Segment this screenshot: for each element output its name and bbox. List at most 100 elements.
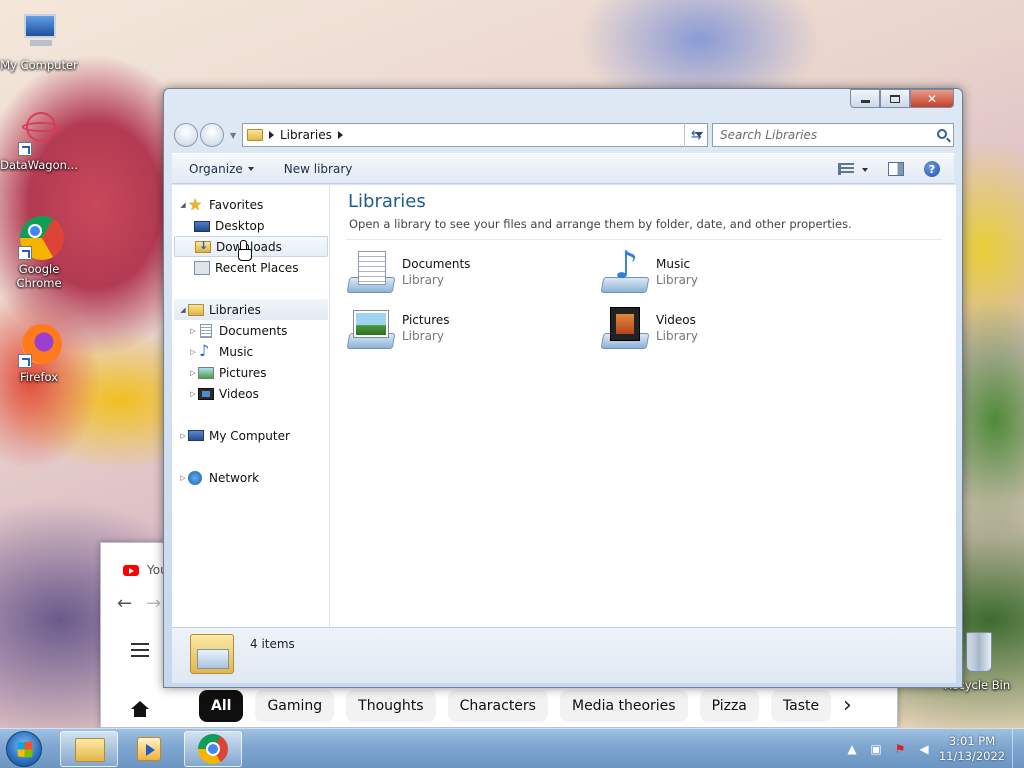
preview-pane-icon[interactable] xyxy=(888,162,904,176)
tree-item-favorites[interactable]: ◢ Favorites xyxy=(178,194,328,215)
hamburger-menu-icon[interactable] xyxy=(131,643,149,657)
music-icon: ♪ xyxy=(600,243,650,295)
clock[interactable]: 3:01 PM 11/13/2022 xyxy=(936,734,1008,764)
tree-item-label: Desktop xyxy=(215,218,265,233)
back-button[interactable] xyxy=(174,123,198,147)
pictures-icon xyxy=(198,366,214,379)
change-view-icon[interactable] xyxy=(838,163,854,175)
chip-characters[interactable]: Characters xyxy=(447,690,548,722)
help-icon[interactable]: ? xyxy=(924,161,940,177)
collapse-triangle-icon[interactable]: ◢ xyxy=(178,201,188,209)
tree-item-network[interactable]: ▷ Network xyxy=(178,467,328,488)
explorer-window[interactable]: ✕ ▼ Libraries ⇆ Search Libraries Organiz… xyxy=(163,88,963,688)
chip-taste[interactable]: Taste xyxy=(770,690,832,722)
chip-gaming[interactable]: Gaming xyxy=(255,690,335,722)
chevron-down-icon[interactable] xyxy=(862,168,868,172)
breadcrumb-separator-icon[interactable] xyxy=(337,131,343,139)
library-type: Library xyxy=(402,329,444,343)
folder-icon xyxy=(75,738,105,762)
chevron-right-icon[interactable]: › xyxy=(843,693,852,718)
search-input[interactable]: Search Libraries xyxy=(712,123,954,147)
expand-triangle-icon[interactable]: ▷ xyxy=(188,348,198,356)
address-bar[interactable]: Libraries xyxy=(242,123,708,147)
tree-item-my-computer[interactable]: ▷ My Computer xyxy=(178,425,328,446)
network-status-icon[interactable]: ▣ xyxy=(868,741,884,757)
desktop-icon-label: DataWagon... xyxy=(0,158,78,172)
tree-item-documents[interactable]: ▷ Documents xyxy=(188,320,328,341)
start-button[interactable] xyxy=(6,731,42,767)
tree-item-pictures[interactable]: ▷ Pictures xyxy=(188,362,328,383)
chip-thoughts[interactable]: Thoughts xyxy=(346,690,436,722)
collapse-triangle-icon[interactable]: ◢ xyxy=(178,306,188,314)
tree-item-videos[interactable]: ▷ Videos xyxy=(188,383,328,404)
expand-triangle-icon[interactable]: ▷ xyxy=(188,327,198,335)
volume-icon[interactable]: ◀ xyxy=(916,741,932,757)
forward-button[interactable] xyxy=(200,123,224,147)
help-glyph: ? xyxy=(928,162,936,176)
library-item-music[interactable]: ♪ Music Library xyxy=(600,243,842,299)
organize-button[interactable]: Organize xyxy=(180,162,263,176)
library-name: Pictures xyxy=(402,313,450,327)
home-icon[interactable] xyxy=(131,701,149,717)
videos-icon xyxy=(198,387,214,400)
page-title: Libraries xyxy=(348,191,426,212)
taskbar-media-player-button[interactable] xyxy=(120,731,178,767)
recent-pages-dropdown-icon[interactable]: ▼ xyxy=(230,131,236,140)
tree-item-libraries[interactable]: ◢ Libraries xyxy=(174,299,328,320)
show-desktop-button[interactable] xyxy=(1012,729,1024,768)
desktop-icon-label: Google Chrome xyxy=(16,262,62,290)
chip-all[interactable]: All xyxy=(199,690,244,722)
back-arrow-icon[interactable]: ← xyxy=(117,593,132,614)
refresh-icon: ⇆ xyxy=(691,127,702,143)
desktop-icon-datawagon[interactable]: DataWagon... xyxy=(0,110,78,172)
library-item-pictures[interactable]: Pictures Library xyxy=(346,305,588,355)
tree-item-desktop[interactable]: Desktop xyxy=(194,215,328,236)
address-row: ▼ Libraries ⇆ Search Libraries xyxy=(172,122,954,148)
close-button[interactable]: ✕ xyxy=(910,89,954,108)
show-hidden-icons-icon[interactable]: ▲ xyxy=(844,741,860,757)
breadcrumb-libraries[interactable]: Libraries xyxy=(280,128,332,142)
tree-item-label: Libraries xyxy=(209,302,261,317)
tree-item-label: Pictures xyxy=(219,365,267,380)
chip-media-theories[interactable]: Media theories xyxy=(559,690,688,722)
music-icon xyxy=(198,341,214,360)
desktop-icon-google-chrome[interactable]: Google Chrome xyxy=(0,214,78,290)
expand-triangle-icon[interactable]: ▷ xyxy=(188,369,198,377)
tree-item-label: Favorites xyxy=(209,197,264,212)
minimize-button[interactable] xyxy=(850,89,880,108)
refresh-button[interactable]: ⇆ xyxy=(684,123,708,147)
shortcut-arrow-icon xyxy=(18,354,32,368)
desktop-icon-my-computer[interactable]: My Computer xyxy=(0,10,78,72)
library-item-videos[interactable]: Videos Library xyxy=(600,305,842,355)
forward-arrow-icon[interactable]: → xyxy=(146,593,161,614)
tree-item-music[interactable]: ▷ Music xyxy=(188,341,328,362)
library-item-documents[interactable]: Documents Library xyxy=(346,249,588,299)
tree-item-label: Network xyxy=(209,470,260,485)
desktop-icon-firefox[interactable]: Firefox xyxy=(0,322,78,384)
taskbar-explorer-button[interactable] xyxy=(60,731,118,767)
expand-triangle-icon[interactable]: ▷ xyxy=(188,390,198,398)
pictures-icon xyxy=(346,305,396,351)
chip-pizza[interactable]: Pizza xyxy=(699,690,759,722)
shortcut-arrow-icon xyxy=(18,142,32,156)
expand-triangle-icon[interactable]: ▷ xyxy=(178,432,188,440)
chrome-icon xyxy=(16,214,64,260)
tree-item-recent-places[interactable]: Recent Places xyxy=(194,257,328,278)
maximize-button[interactable] xyxy=(880,89,910,108)
restore-icon xyxy=(890,94,900,103)
breadcrumb-separator-icon[interactable] xyxy=(269,131,274,139)
search-icon[interactable] xyxy=(937,129,947,139)
search-placeholder: Search Libraries xyxy=(720,128,818,142)
item-count: 4 items xyxy=(250,637,295,651)
star-icon xyxy=(188,195,204,214)
library-type: Library xyxy=(656,329,698,343)
downloads-folder-icon xyxy=(195,239,211,253)
action-center-icon[interactable]: ⚑ xyxy=(892,741,908,757)
new-library-button[interactable]: New library xyxy=(275,162,362,176)
taskbar-chrome-button[interactable] xyxy=(184,731,242,767)
organize-label: Organize xyxy=(189,161,243,176)
divider xyxy=(346,239,942,240)
shortcut-arrow-icon xyxy=(18,246,32,260)
caption-buttons: ✕ xyxy=(850,89,954,108)
expand-triangle-icon[interactable]: ▷ xyxy=(178,474,188,482)
